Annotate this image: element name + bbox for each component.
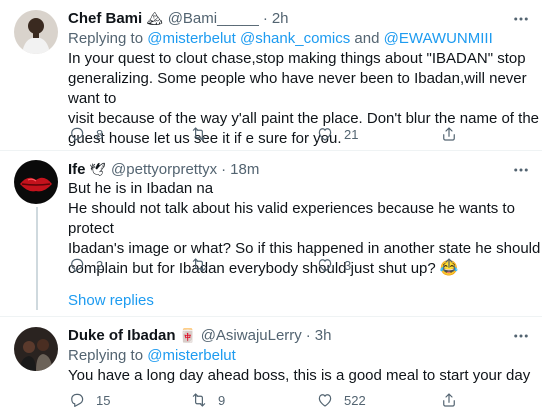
share-icon	[443, 258, 455, 272]
like-icon	[318, 259, 332, 272]
reply-icon	[71, 258, 84, 272]
like-count: 21	[344, 126, 359, 142]
user-handle[interactable]: @Bami_____	[168, 10, 259, 27]
reply-icon	[71, 393, 84, 407]
name-emoji: 🕊	[89, 161, 107, 177]
replying-and: and	[350, 30, 384, 47]
reply-button[interactable]: 15	[68, 391, 190, 409]
name-emoji: 🀄	[179, 327, 196, 343]
reply-icon	[71, 127, 84, 141]
mention-link[interactable]: @misterbelut	[147, 347, 236, 364]
tweet-duke-of-ibadan[interactable]: Duke of Ibadan 🀄 @AsiwajuLerry · 3h Repl…	[0, 317, 542, 417]
like-icon	[318, 394, 332, 407]
retweet-button[interactable]	[190, 256, 316, 274]
share-button[interactable]	[440, 256, 458, 274]
display-name[interactable]: Ife	[68, 161, 86, 178]
timestamp[interactable]: 2h	[272, 10, 289, 27]
like-button[interactable]: 3	[316, 256, 440, 274]
timestamp[interactable]: 3h	[315, 327, 332, 344]
like-count: 3	[344, 257, 352, 273]
thread-line	[36, 207, 38, 310]
reply-button[interactable]: 8	[68, 125, 190, 143]
tweet-text-line: In your quest to clout chase,stop making…	[68, 50, 526, 67]
show-replies-link[interactable]: Show replies	[68, 292, 154, 309]
share-button[interactable]	[440, 125, 458, 143]
mention-link[interactable]: @shank_comics	[240, 30, 350, 47]
retweet-icon	[192, 258, 206, 272]
mention-link[interactable]: @misterbelut	[147, 30, 236, 47]
retweet-button[interactable]: 9	[190, 391, 316, 409]
timestamp[interactable]: 18m	[230, 161, 259, 178]
like-button[interactable]: 21	[316, 125, 440, 143]
reply-count: 15	[96, 392, 111, 408]
retweet-icon	[192, 393, 206, 407]
separator-dot: ·	[262, 10, 268, 27]
more-icon[interactable]	[510, 161, 532, 179]
share-icon	[443, 127, 455, 141]
replying-prefix: Replying to	[68, 30, 148, 47]
replying-to: Replying to @misterbelut @shank_comics a…	[68, 30, 493, 47]
separator-dot: ·	[221, 161, 227, 178]
reply-count: 8	[96, 126, 104, 142]
like-button[interactable]: 522	[316, 391, 440, 409]
reply-count: 2	[96, 257, 104, 273]
retweet-count: 9	[218, 392, 226, 408]
tweet-text-line: generalizing. Some people who have never…	[68, 70, 527, 107]
tweet-text: You have a long day ahead boss, this is …	[68, 366, 530, 386]
avatar[interactable]	[14, 10, 58, 54]
display-name[interactable]: Chef Bami	[68, 10, 142, 27]
name-emoji: 🏔	[146, 10, 163, 26]
tweet-text-line: You have a long day ahead boss, this is …	[68, 367, 531, 384]
retweet-button[interactable]	[190, 125, 316, 143]
retweet-icon	[192, 127, 206, 141]
avatar[interactable]	[14, 327, 58, 371]
reply-button[interactable]: 2	[68, 256, 190, 274]
replying-to: Replying to @misterbelut	[68, 347, 236, 364]
tweet-text-line: But he is in Ibadan na	[68, 180, 214, 197]
display-name[interactable]: Duke of Ibadan	[68, 327, 176, 344]
separator-dot: ·	[305, 327, 311, 344]
share-button[interactable]	[440, 391, 458, 409]
user-handle[interactable]: @pettyorprettyx	[111, 161, 217, 178]
like-count: 522	[344, 392, 366, 408]
more-icon[interactable]	[510, 327, 532, 345]
more-icon[interactable]	[510, 10, 532, 28]
mention-link[interactable]: @EWAWUNMIII	[384, 30, 493, 47]
tweet-text-line: He should not talk about his valid exper…	[68, 200, 515, 237]
tweet-ife[interactable]: Ife 🕊 @pettyorprettyx · 18m But he is in…	[0, 151, 542, 316]
like-icon	[318, 128, 332, 141]
replying-prefix: Replying to	[68, 347, 148, 364]
user-handle[interactable]: @AsiwajuLerry	[201, 327, 302, 344]
avatar[interactable]	[14, 160, 58, 204]
tweet-chef-bami[interactable]: Chef Bami 🏔 @Bami_____ · 2h Replying to …	[0, 0, 542, 150]
share-icon	[443, 393, 455, 407]
